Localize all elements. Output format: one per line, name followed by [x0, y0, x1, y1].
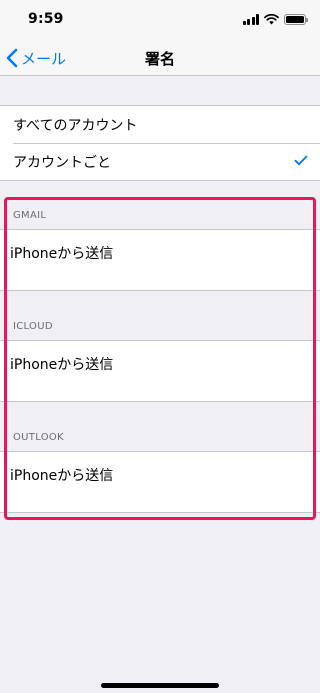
- status-time: 9:59: [28, 11, 64, 27]
- home-indicator: [101, 683, 219, 688]
- option-all-accounts[interactable]: すべてのアカウント: [0, 106, 320, 143]
- status-bar: 9:59: [0, 0, 320, 40]
- option-label: すべてのアカウント: [13, 117, 138, 134]
- page-title: 署名: [144, 50, 175, 68]
- account-options-group: すべてのアカウント アカウントごと: [0, 105, 320, 181]
- signature-field-outlook[interactable]: iPhoneから送信: [0, 451, 320, 513]
- signature-text: iPhoneから送信: [10, 246, 114, 262]
- section-header-outlook: OUTLOOK: [13, 432, 64, 443]
- signature-text: iPhoneから送信: [10, 357, 114, 373]
- option-label: アカウントごと: [13, 154, 111, 171]
- battery-icon: [284, 13, 308, 25]
- section-header-icloud: ICLOUD: [13, 321, 53, 332]
- wifi-icon: [264, 13, 279, 24]
- signature-field-gmail[interactable]: iPhoneから送信: [0, 229, 320, 291]
- status-icons: [242, 12, 308, 26]
- section-header-gmail: GMAIL: [13, 210, 47, 221]
- option-per-account[interactable]: アカウントごと: [0, 143, 320, 180]
- signature-text: iPhoneから送信: [10, 468, 114, 484]
- signature-field-icloud[interactable]: iPhoneから送信: [0, 340, 320, 402]
- signal-icon: [242, 13, 259, 25]
- checkmark-icon: [294, 155, 308, 166]
- navigation-bar: メール 署名: [0, 40, 320, 76]
